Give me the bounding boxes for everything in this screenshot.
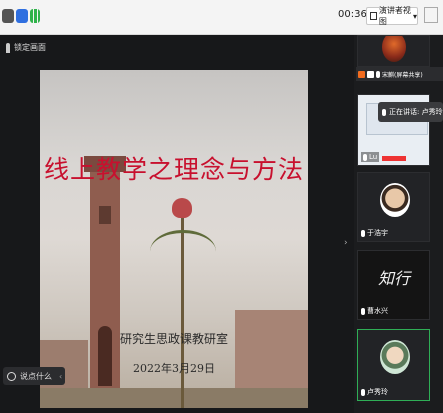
- vpn-icon: [16, 9, 28, 23]
- participant-name: 于浩宇: [367, 229, 388, 237]
- view-mode-button[interactable]: 演讲者视图 ▾: [366, 6, 418, 26]
- slide-date: 2022年3月29日: [133, 362, 215, 375]
- top-bar: 00:36 演讲者视图 ▾: [0, 0, 443, 35]
- grid-icon: [370, 12, 377, 20]
- expand-icon[interactable]: [424, 7, 438, 23]
- participant-name: Lu: [369, 153, 378, 161]
- mic-icon: [363, 153, 367, 161]
- view-mode-label: 演讲者视图: [378, 6, 411, 26]
- participant-tile[interactable]: 知行 曹水兴: [357, 250, 430, 320]
- participant-name: 卢秀玲: [367, 388, 388, 396]
- meeting-timer: 00:36: [338, 9, 367, 20]
- avatar: [380, 340, 410, 374]
- chat-placeholder: 说点什么: [20, 371, 52, 381]
- slide-title: 线上教学之理念与方法: [43, 155, 304, 184]
- lotus-flower: [172, 198, 192, 218]
- collapse-sidebar-icon[interactable]: ›: [344, 238, 348, 248]
- screen-icon: [367, 70, 374, 78]
- mic-icon: [376, 70, 380, 78]
- participant-name-tag: Lu: [361, 152, 380, 162]
- slide-subtitle: 研究生思政课教研室: [119, 332, 228, 346]
- participant-tile-active[interactable]: 卢秀玲: [357, 329, 430, 401]
- speaking-tooltip: 正在讲话: 卢秀玲: [378, 102, 443, 122]
- chat-input-button[interactable]: 说点什么 ‹: [3, 367, 65, 385]
- sharer-avatar: [382, 36, 406, 62]
- participant-name-tag: 曹水兴: [361, 306, 388, 316]
- ground-image: [40, 388, 308, 408]
- participant-tile[interactable]: 于浩宇: [357, 172, 430, 242]
- pin-icon: [6, 42, 10, 53]
- mic-icon: [361, 307, 365, 315]
- participant-name-tag: 于浩宇: [361, 228, 388, 238]
- avatar: [380, 183, 410, 217]
- signal-icon: [30, 9, 40, 23]
- speaking-tooltip-text: 正在讲话: 卢秀玲: [389, 108, 443, 116]
- shared-slide: 线上教学之理念与方法 研究生思政课教研室 2022年3月29日: [40, 70, 308, 408]
- mic-icon: [361, 388, 365, 396]
- emoji-icon: [7, 371, 16, 381]
- pin-view-button[interactable]: 锁定画面: [6, 42, 46, 53]
- chevron-down-icon: ▾: [412, 11, 417, 21]
- participant-name: 曹水兴: [367, 307, 388, 315]
- mic-icon: [361, 229, 365, 237]
- lotus-leaves: [150, 230, 216, 273]
- share-status-icon: [358, 70, 365, 78]
- shield-icon: [2, 9, 14, 23]
- screen-share-tile[interactable]: [357, 35, 430, 67]
- mic-icon: [382, 108, 386, 116]
- speaking-wave-icon: [382, 156, 406, 161]
- participant-name-tag: 卢秀玲: [361, 387, 388, 397]
- pin-view-label: 锁定画面: [14, 43, 46, 52]
- chevron-left-icon: ‹: [59, 371, 63, 381]
- avatar: 知行: [378, 269, 411, 288]
- share-label: 宋麒(屏幕共享): [382, 71, 423, 79]
- screen-share-bar: 宋麒(屏幕共享): [356, 67, 443, 81]
